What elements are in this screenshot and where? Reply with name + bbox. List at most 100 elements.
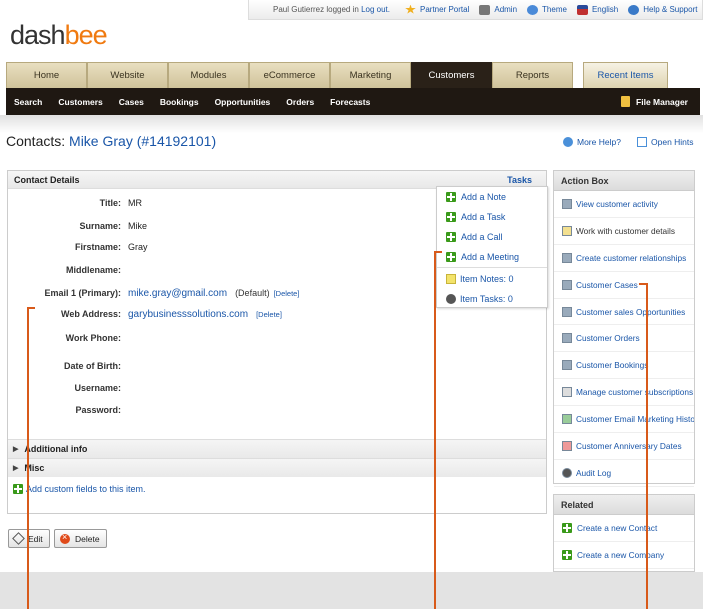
action-anniversary-dates[interactable]: Customer Anniversary Dates	[554, 433, 694, 460]
audit-log-icon	[562, 467, 572, 478]
palette-icon	[527, 4, 539, 15]
subnav-forecasts[interactable]: Forecasts	[322, 97, 378, 107]
page-footer-area	[0, 572, 703, 609]
open-hints-link[interactable]: Open Hints	[637, 137, 694, 147]
login-status: Paul Gutierrez logged in Log out.	[273, 5, 390, 14]
additional-info-section[interactable]: ▶ Additional info	[8, 439, 546, 458]
triangle-right-icon: ▶	[13, 446, 19, 453]
action-box-title: Action Box	[554, 171, 694, 191]
create-contact-link[interactable]: Create a new Contact	[554, 515, 694, 542]
password-row: Password:	[75, 405, 121, 415]
add-task-item[interactable]: Add a Task	[437, 207, 547, 227]
surname-row: Surname: Mike	[79, 221, 148, 231]
email-icon	[562, 414, 572, 425]
header-shadow	[0, 115, 703, 133]
annotation-tick	[639, 283, 647, 285]
action-view-activity[interactable]: View customer activity	[554, 191, 694, 218]
tab-customers[interactable]: Customers	[411, 62, 492, 88]
subnav-orders[interactable]: Orders	[278, 97, 322, 107]
tasks-dropdown: Add a Note Add a Task Add a Call Add a M…	[436, 186, 548, 308]
tools-icon	[479, 4, 491, 15]
language-link[interactable]: English	[576, 4, 618, 15]
title-row: Title: MR	[99, 198, 142, 208]
star-icon	[405, 4, 416, 14]
folder-icon	[621, 96, 631, 107]
username-row: Username:	[74, 383, 121, 393]
tasks-link[interactable]: Tasks	[507, 175, 532, 185]
top-utility-bar: Paul Gutierrez logged in Log out. Partne…	[248, 0, 703, 20]
add-call-item[interactable]: Add a Call	[437, 227, 547, 247]
subnav-opportunities[interactable]: Opportunities	[207, 97, 279, 107]
delete-button[interactable]: Delete	[54, 529, 107, 548]
activity-icon	[562, 198, 572, 209]
recent-items-button[interactable]: Recent Items	[583, 62, 668, 88]
web-address-link[interactable]: garybusinesssolutions.com	[128, 309, 248, 320]
hints-icon	[637, 137, 647, 147]
dob-row: Date of Birth:	[64, 361, 121, 371]
action-audit-log[interactable]: Audit Log	[554, 460, 694, 487]
add-icon	[446, 192, 456, 202]
theme-link[interactable]: Theme	[527, 4, 567, 15]
tab-website[interactable]: Website	[87, 62, 168, 88]
create-company-link[interactable]: Create a new Company	[554, 542, 694, 569]
action-box: Action Box View customer activity Work w…	[553, 170, 695, 487]
email-link[interactable]: mike.gray@gmail.com	[128, 288, 227, 299]
item-tasks-link[interactable]: Item Tasks: 0	[437, 289, 547, 309]
add-icon	[446, 252, 456, 262]
more-help-link[interactable]: More Help?	[563, 137, 621, 147]
tab-marketing[interactable]: Marketing	[330, 62, 411, 88]
subnav-search[interactable]: Search	[6, 97, 50, 107]
logout-link[interactable]: Log out.	[361, 5, 390, 14]
action-customer-cases[interactable]: Customer Cases	[554, 272, 694, 299]
misc-section[interactable]: ▶ Misc	[8, 458, 546, 477]
tab-reports[interactable]: Reports	[492, 62, 573, 88]
subnav-customers[interactable]: Customers	[50, 97, 110, 107]
action-create-relationships[interactable]: Create customer relationships	[554, 245, 694, 272]
subscriptions-icon	[562, 387, 572, 398]
email-delete-link[interactable]: [Delete]	[274, 289, 300, 298]
speech-bubble-icon	[563, 137, 573, 147]
annotation-tick	[27, 307, 35, 309]
help-support-link[interactable]: Help & Support	[628, 4, 697, 15]
tab-home[interactable]: Home	[6, 62, 87, 88]
contact-name-link[interactable]: Mike Gray (#14192101)	[69, 133, 216, 149]
orders-icon	[562, 333, 572, 344]
file-manager-link[interactable]: File Manager	[621, 96, 688, 107]
opportunities-icon	[562, 306, 572, 317]
dashbee-logo[interactable]: dashbee	[10, 20, 108, 51]
related-box: Related Create a new Contact Create a ne…	[553, 494, 695, 572]
flag-icon	[576, 4, 588, 15]
admin-link[interactable]: Admin	[479, 4, 517, 15]
tab-modules[interactable]: Modules	[168, 62, 249, 88]
page-title: Contacts: Mike Gray (#14192101)	[6, 133, 217, 149]
annotation-line	[27, 307, 35, 609]
item-notes-link[interactable]: Item Notes: 0	[437, 269, 547, 289]
sub-navigation: Search Customers Cases Bookings Opportun…	[6, 88, 700, 115]
relationships-icon	[562, 252, 572, 263]
add-icon	[446, 212, 456, 222]
action-manage-subscriptions[interactable]: Manage customer subscriptions	[554, 379, 694, 407]
work-phone-row: Work Phone:	[65, 333, 121, 343]
action-email-marketing-history[interactable]: Customer Email Marketing History	[554, 406, 694, 434]
add-meeting-item[interactable]: Add a Meeting	[437, 247, 547, 267]
edit-details-icon	[562, 225, 572, 236]
add-icon	[562, 550, 572, 560]
action-customer-orders[interactable]: Customer Orders	[554, 325, 694, 353]
subnav-bookings[interactable]: Bookings	[152, 97, 207, 107]
subnav-cases[interactable]: Cases	[111, 97, 152, 107]
add-note-item[interactable]: Add a Note	[437, 187, 547, 207]
action-customer-bookings[interactable]: Customer Bookings	[554, 352, 694, 380]
add-icon	[562, 523, 572, 533]
tab-ecommerce[interactable]: eCommerce	[249, 62, 330, 88]
add-custom-fields-link[interactable]: Add custom fields to this item.	[13, 484, 146, 494]
bookings-icon	[562, 360, 572, 371]
action-sales-opportunities[interactable]: Customer sales Opportunities	[554, 299, 694, 326]
partner-portal-link[interactable]: Partner Portal	[405, 4, 469, 15]
web-delete-link[interactable]: [Delete]	[256, 310, 282, 319]
add-icon	[13, 484, 23, 494]
firstname-row: Firstname: Gray	[74, 242, 148, 252]
add-icon	[446, 232, 456, 242]
action-work-details[interactable]: Work with customer details	[554, 218, 694, 245]
calendar-icon	[562, 440, 572, 451]
triangle-right-icon: ▶	[13, 465, 19, 472]
